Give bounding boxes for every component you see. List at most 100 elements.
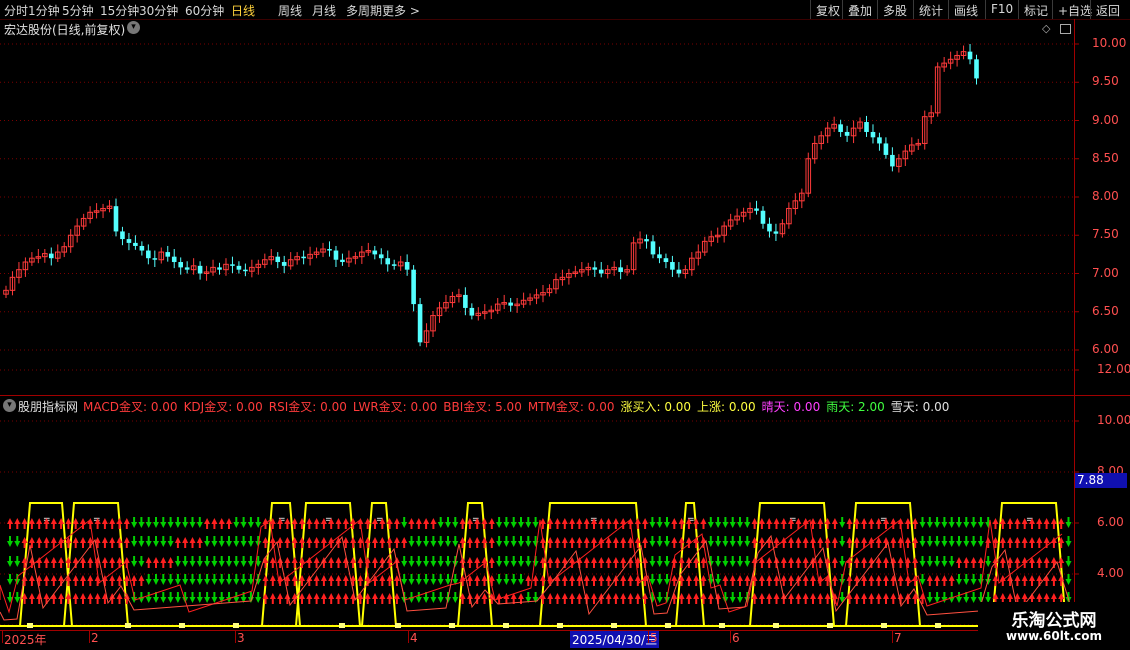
down-arrow bbox=[131, 556, 138, 567]
up-arrow bbox=[167, 557, 174, 568]
window-icon[interactable] bbox=[1060, 24, 1071, 34]
period-tab[interactable]: 60分钟 bbox=[185, 2, 224, 19]
candle-body-down bbox=[618, 267, 623, 272]
down-arrow bbox=[423, 536, 430, 547]
up-arrow bbox=[1058, 518, 1065, 529]
up-arrow bbox=[306, 557, 313, 568]
up-arrow bbox=[342, 518, 349, 529]
baseline-marker bbox=[395, 623, 401, 628]
up-arrow bbox=[824, 593, 831, 604]
up-arrow bbox=[14, 518, 21, 529]
up-arrow bbox=[43, 537, 50, 548]
up-arrow bbox=[948, 575, 955, 586]
up-arrow bbox=[817, 593, 824, 604]
indicator-item: 上涨: 0.00 bbox=[697, 400, 756, 414]
up-arrow bbox=[313, 575, 320, 586]
up-arrow bbox=[342, 575, 349, 586]
period-tab[interactable]: 1分钟 bbox=[28, 2, 60, 19]
up-arrow bbox=[934, 575, 941, 586]
down-arrow bbox=[452, 517, 459, 528]
up-arrow bbox=[744, 575, 751, 586]
up-arrow bbox=[912, 518, 919, 529]
toolbar-button[interactable]: 叠加 bbox=[848, 2, 872, 19]
up-arrow bbox=[357, 575, 364, 586]
up-arrow bbox=[605, 593, 612, 604]
price-tick-label: 7.50 bbox=[1092, 227, 1119, 242]
up-arrow bbox=[583, 557, 590, 568]
up-arrow bbox=[50, 557, 57, 568]
up-arrow bbox=[393, 537, 400, 548]
up-arrow bbox=[372, 537, 378, 548]
toolbar-button[interactable]: +自选 bbox=[1058, 2, 1092, 19]
down-arrow bbox=[240, 536, 247, 547]
period-tab[interactable]: 分时 bbox=[4, 2, 28, 19]
indicator-item: 雨天: 2.00 bbox=[826, 400, 885, 414]
toolbar-button[interactable]: 标记 bbox=[1024, 2, 1048, 19]
up-arrow bbox=[583, 575, 590, 586]
toolbar-button[interactable]: 统计 bbox=[919, 2, 943, 19]
down-arrow bbox=[247, 556, 254, 567]
down-arrow bbox=[956, 574, 962, 585]
down-arrow bbox=[941, 536, 948, 547]
indicator-item: BBI金叉: 5.00 bbox=[443, 400, 522, 414]
down-arrow bbox=[153, 517, 159, 528]
baseline-marker bbox=[881, 623, 887, 628]
up-arrow bbox=[1007, 518, 1014, 529]
up-arrow bbox=[620, 593, 627, 604]
down-arrow bbox=[423, 556, 430, 567]
up-arrow bbox=[678, 557, 685, 568]
up-arrow bbox=[897, 557, 904, 568]
up-arrow bbox=[605, 557, 612, 568]
down-arrow bbox=[518, 536, 524, 547]
chevron-down-icon[interactable]: ▾ bbox=[127, 21, 140, 34]
toolbar-button[interactable]: 复权 bbox=[816, 2, 840, 19]
indicator-tick-label: 10.00 bbox=[1097, 413, 1130, 427]
period-tab[interactable]: 5分钟 bbox=[62, 2, 94, 19]
up-arrow bbox=[853, 593, 860, 604]
down-arrow bbox=[247, 517, 254, 528]
period-tab[interactable]: 更多 > bbox=[382, 2, 420, 19]
toolbar-button[interactable]: F10 bbox=[991, 2, 1013, 16]
up-arrow bbox=[1036, 557, 1043, 568]
period-tab[interactable]: 多周期 bbox=[346, 2, 382, 19]
down-arrow bbox=[926, 517, 933, 528]
up-arrow bbox=[474, 557, 481, 568]
down-arrow bbox=[970, 517, 977, 528]
up-arrow bbox=[707, 593, 714, 604]
up-arrow bbox=[145, 557, 152, 568]
down-arrow bbox=[401, 556, 408, 567]
up-arrow bbox=[890, 593, 897, 604]
down-arrow bbox=[715, 536, 722, 547]
candle-body-down bbox=[670, 262, 675, 270]
candle-body-down bbox=[197, 265, 203, 274]
up-arrow bbox=[685, 575, 692, 586]
up-arrow bbox=[831, 557, 838, 568]
candle-body-down bbox=[184, 267, 190, 270]
toolbar-button[interactable]: 返回 bbox=[1096, 2, 1120, 19]
toolbar-button[interactable]: 多股 bbox=[883, 2, 907, 19]
up-arrow bbox=[488, 518, 495, 529]
period-tab[interactable]: 月线 bbox=[312, 2, 336, 19]
period-tab[interactable]: 15分钟 bbox=[100, 2, 139, 19]
price-tick-label: 9.50 bbox=[1092, 74, 1119, 89]
up-arrow bbox=[328, 593, 335, 604]
up-arrow bbox=[875, 593, 882, 604]
up-arrow bbox=[561, 537, 568, 548]
candle-body-down bbox=[146, 250, 151, 259]
chevron-down-icon[interactable]: ▾ bbox=[3, 399, 16, 412]
up-arrow bbox=[109, 518, 116, 529]
toolbar-button[interactable]: 画线 bbox=[954, 2, 978, 19]
up-arrow bbox=[547, 593, 554, 604]
up-arrow bbox=[481, 537, 488, 548]
period-tab[interactable]: 日线 bbox=[231, 2, 255, 19]
down-arrow bbox=[401, 574, 408, 585]
up-arrow bbox=[58, 557, 65, 568]
down-arrow bbox=[956, 536, 962, 547]
diamond-icon[interactable]: ◇ bbox=[1042, 22, 1050, 35]
period-tab[interactable]: 30分钟 bbox=[139, 2, 178, 19]
up-arrow bbox=[773, 575, 780, 586]
up-arrow bbox=[226, 518, 232, 529]
period-tab[interactable]: 周线 bbox=[278, 2, 302, 19]
down-arrow bbox=[919, 536, 926, 547]
up-arrow bbox=[802, 575, 809, 586]
